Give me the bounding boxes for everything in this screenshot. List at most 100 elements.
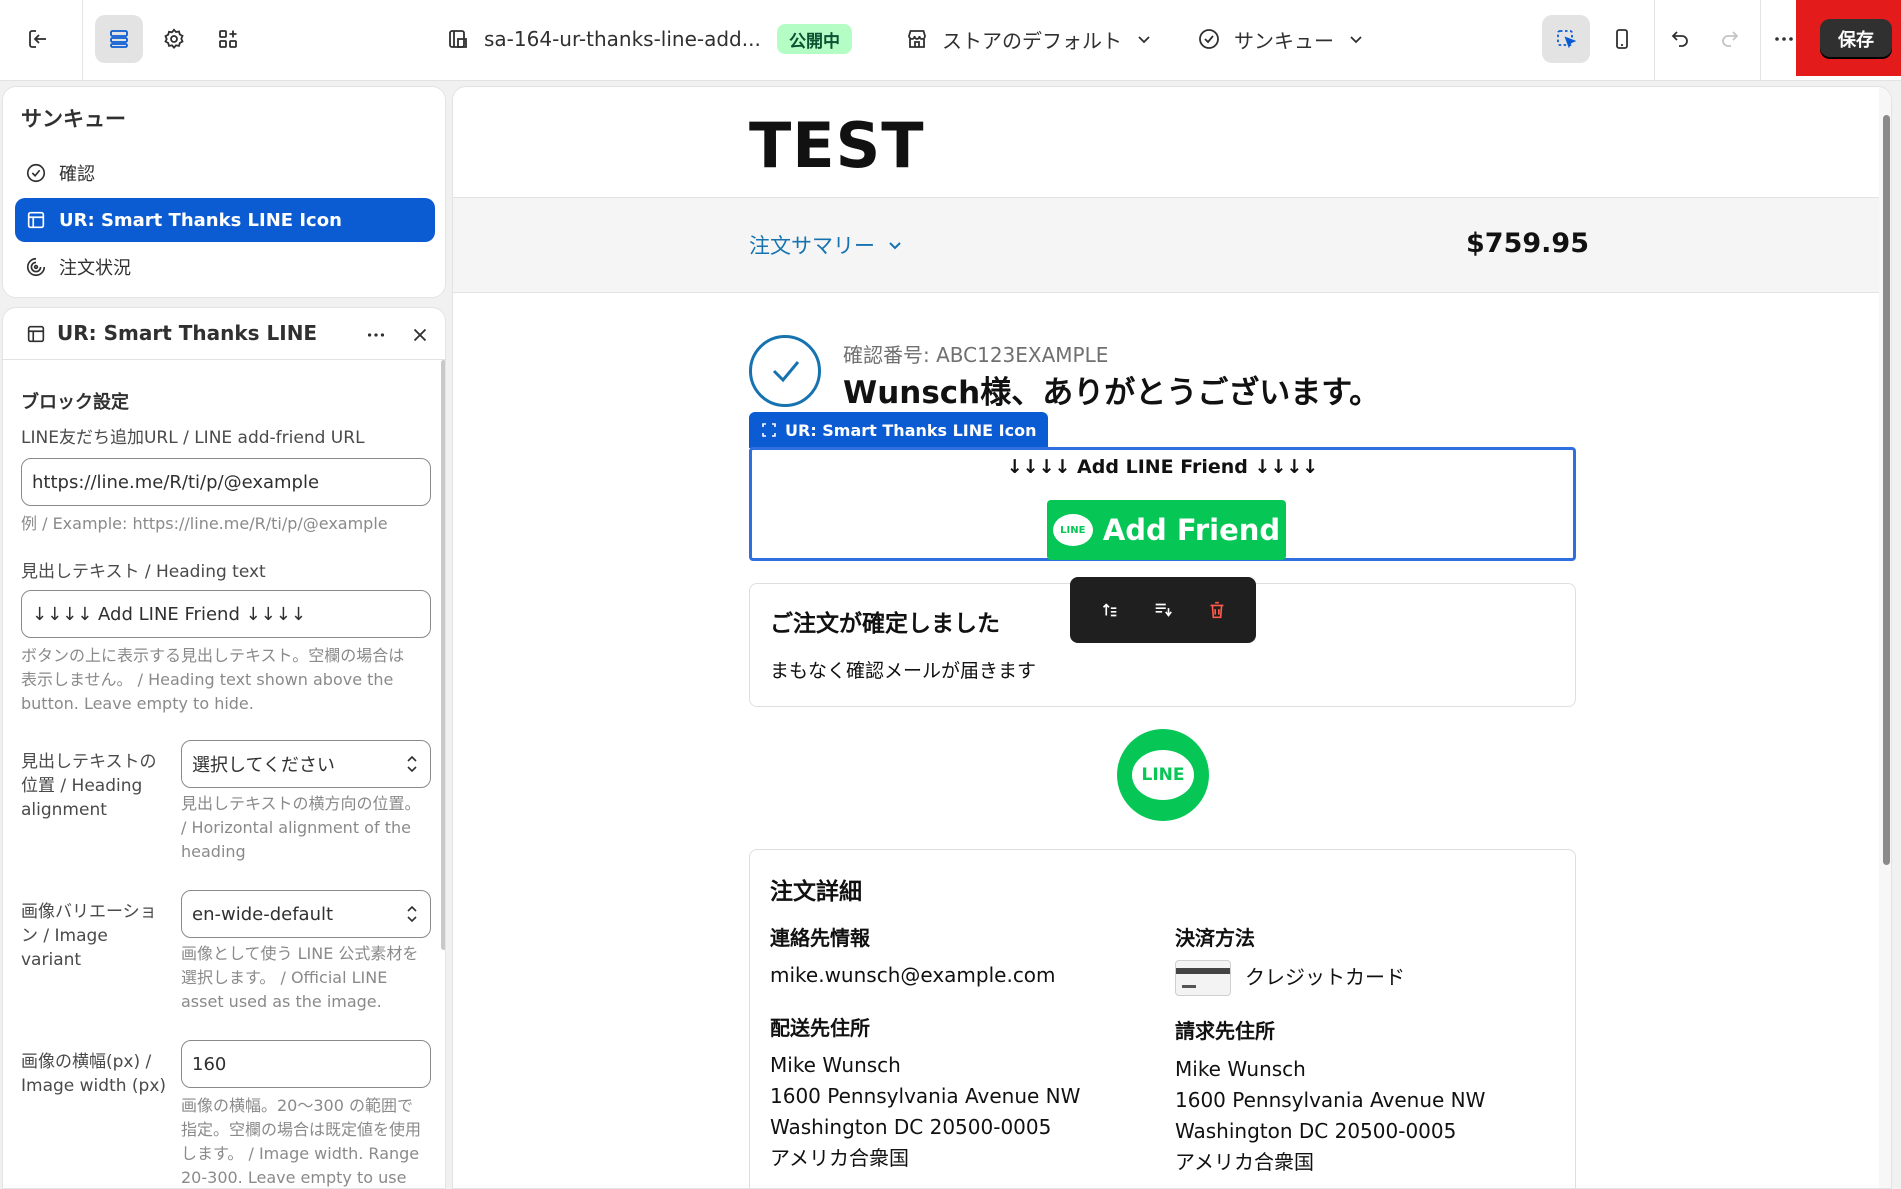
variant-help-3: asset used as the image. <box>181 992 382 1011</box>
chevron-down-icon <box>1350 36 1362 44</box>
exit-icon[interactable] <box>18 19 58 59</box>
select-frame-icon <box>762 423 776 437</box>
nav-item-order-status[interactable]: 注文状況 <box>15 245 435 289</box>
add-friend-button[interactable]: LINE Add Friend <box>1047 500 1286 560</box>
heading-alignment-select[interactable]: 選択してください <box>181 740 431 788</box>
details-title: 注文詳細 <box>770 879 862 905</box>
sections-icon[interactable] <box>95 15 143 63</box>
move-up-icon[interactable] <box>1098 599 1120 621</box>
billing-line: Washington DC 20500-0005 <box>1175 1119 1457 1143</box>
check-circle-icon <box>26 163 46 183</box>
shop-name: TEST <box>749 109 925 182</box>
variant-help-2: 選択します。 / Official LINE <box>181 968 388 987</box>
redo-icon[interactable] <box>1706 15 1754 63</box>
width-help-4: 20-300. Leave empty to use <box>181 1168 407 1187</box>
nav-item-label: 注文状況 <box>59 258 131 279</box>
top-bar: sa-164-ur-thanks-line-add... 公開中 ストアのデフォ… <box>0 0 1901 81</box>
select-value: 選択してください <box>192 755 335 776</box>
block-layout-icon <box>27 325 45 343</box>
page-structure-panel: サンキュー 確認 UR: Smart Thanks LINE Icon 注文状況 <box>2 86 446 298</box>
shipping-line: 1600 Pennsylvania Avenue NW <box>770 1084 1081 1108</box>
line-url-input[interactable]: https://line.me/R/ti/p/@example <box>21 458 431 506</box>
shipping-title: 配送先住所 <box>770 1016 870 1040</box>
line-logo-icon: LINE <box>1052 514 1093 546</box>
summary-link-label: 注文サマリー <box>749 234 875 258</box>
status-badge: 公開中 <box>777 24 852 54</box>
select-value: en-wide-default <box>192 903 334 925</box>
nav-item-confirmation[interactable]: 確認 <box>15 151 435 195</box>
chevron-down-icon <box>889 242 901 250</box>
preview-frame: TEST 注文サマリー $759.95 確認番号: ABC123EXAMPLE … <box>452 86 1892 1189</box>
block-floating-toolbar <box>1070 577 1256 643</box>
width-label-2: Image width (px) <box>21 1076 167 1096</box>
line-icon-block[interactable]: ↓↓↓↓ Add LINE Friend ↓↓↓↓ LINE Add Frien… <box>749 447 1576 561</box>
theme-icon <box>442 19 474 59</box>
preview-scrollbar-thumb[interactable] <box>1883 115 1890 865</box>
section-title: ブロック設定 <box>21 392 129 413</box>
align-help-3: heading <box>181 842 246 861</box>
heading-text-input[interactable]: ↓↓↓↓ Add LINE Friend ↓↓↓↓ <box>21 590 431 638</box>
url-label: LINE友だち追加URL / LINE add-friend URL <box>21 428 365 448</box>
add-friend-label: Add Friend <box>1102 513 1281 547</box>
heading-help-2: 表示しません。 / Heading text shown above the <box>21 670 394 689</box>
confirmation-number: 確認番号: ABC123EXAMPLE <box>843 343 1109 367</box>
nav-item-line-icon-block[interactable]: UR: Smart Thanks LINE Icon <box>15 198 435 242</box>
store-icon <box>902 19 932 59</box>
credit-card-icon <box>1175 960 1231 996</box>
move-down-icon[interactable] <box>1152 599 1174 621</box>
block-tag-label: UR: Smart Thanks LINE Icon <box>785 420 1037 440</box>
align-help-1: 見出しテキストの横方向の位置。 <box>181 794 421 813</box>
image-width-input[interactable]: 160 <box>181 1040 431 1088</box>
save-button[interactable]: 保存 <box>1820 19 1892 59</box>
order-status-icon <box>26 257 46 277</box>
align-label-3: alignment <box>21 800 107 820</box>
align-label-2: 位置 / Heading <box>21 776 143 796</box>
email-notice: まもなく確認メールが届きます <box>770 660 1037 682</box>
shipping-line: Mike Wunsch <box>770 1053 901 1077</box>
block-heading: ↓↓↓↓ Add LINE Friend ↓↓↓↓ <box>1006 456 1319 478</box>
delete-trash-icon[interactable] <box>1206 599 1228 621</box>
settings-scrollbar[interactable] <box>441 360 445 950</box>
theme-name[interactable]: sa-164-ur-thanks-line-add... <box>484 19 761 59</box>
selected-block-tag[interactable]: UR: Smart Thanks LINE Icon <box>749 412 1049 448</box>
shipping-line: Washington DC 20500-0005 <box>770 1115 1052 1139</box>
variant-help-1: 画像として使う LINE 公式素材を <box>181 944 419 963</box>
block-settings-panel: UR: Smart Thanks LINE Icon ブロック設定 LINE友だ… <box>2 307 446 1189</box>
order-summary-toggle[interactable]: 注文サマリー <box>749 230 903 260</box>
width-help-2: 指定。空欄の場合は既定値を使用 <box>181 1120 422 1139</box>
payment-method: クレジットカード <box>1245 965 1405 989</box>
order-details-card: 注文詳細 連絡先情報 mike.wunsch@example.com 決済方法 … <box>749 849 1576 1188</box>
settings-gear-icon[interactable] <box>150 15 198 63</box>
block-layout-icon <box>27 211 45 229</box>
inspector-select-icon[interactable] <box>1542 15 1590 63</box>
undo-icon[interactable] <box>1656 15 1704 63</box>
chevron-down-icon <box>1138 36 1150 44</box>
page-selector[interactable]: サンキュー <box>1234 19 1364 59</box>
billing-title: 請求先住所 <box>1175 1019 1275 1043</box>
width-help-3: します。 / Image width. Range <box>181 1144 420 1163</box>
variant-label-1: 画像バリエーショ <box>21 902 157 922</box>
order-total: $759.95 <box>1466 228 1589 259</box>
width-help-1: 画像の横幅。20〜300 の範囲で <box>181 1096 413 1115</box>
billing-line: Mike Wunsch <box>1175 1057 1306 1081</box>
order-summary-bar: 注文サマリー $759.95 <box>453 197 1879 293</box>
align-help-2: / Horizontal alignment of the <box>181 818 411 837</box>
close-icon[interactable] <box>409 324 431 346</box>
nav-item-label: UR: Smart Thanks LINE Icon <box>59 209 342 231</box>
settings-header: UR: Smart Thanks LINE Icon <box>3 308 445 360</box>
image-variant-select[interactable]: en-wide-default <box>181 890 431 938</box>
more-actions-icon[interactable] <box>365 324 387 346</box>
contact-title: 連絡先情報 <box>770 926 870 950</box>
nav-item-label: 確認 <box>59 164 95 185</box>
align-label-1: 見出しテキストの <box>21 752 157 772</box>
heading-label: 見出しテキスト / Heading text <box>21 562 266 582</box>
market-selector[interactable]: ストアのデフォルト <box>942 19 1152 59</box>
contact-email: mike.wunsch@example.com <box>770 963 1056 987</box>
line-icon-image[interactable]: LINE <box>1117 729 1209 821</box>
mobile-view-icon[interactable] <box>1598 15 1646 63</box>
width-label-1: 画像の横幅(px) / <box>21 1052 152 1072</box>
apps-icon[interactable] <box>204 15 252 63</box>
heading-help-1: ボタンの上に表示する見出しテキスト。空欄の場合は <box>21 646 405 665</box>
panel-title: サンキュー <box>21 107 126 131</box>
variant-label-2: ン / Image <box>21 926 108 946</box>
